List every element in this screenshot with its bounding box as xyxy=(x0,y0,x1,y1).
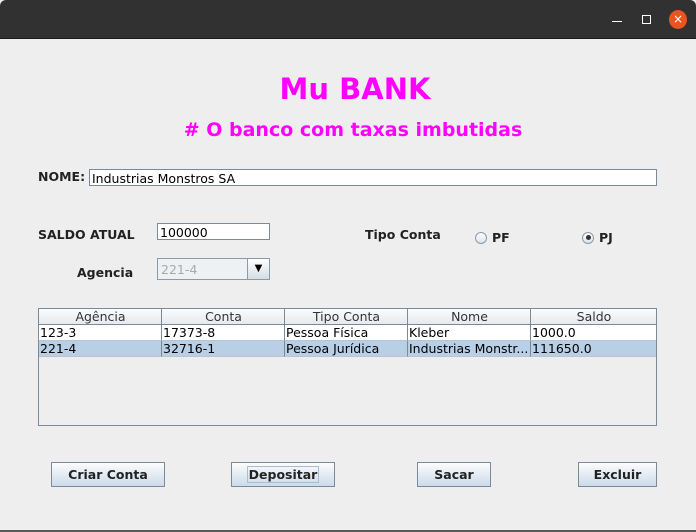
radio-pf[interactable]: PF xyxy=(475,230,510,245)
agencia-label: Agencia xyxy=(77,265,134,280)
depositar-button[interactable]: Depositar xyxy=(231,462,335,487)
depositar-label: Depositar xyxy=(246,466,320,483)
agencia-combo[interactable]: 221-4 ▼ xyxy=(157,258,270,280)
radio-selected-icon[interactable] xyxy=(582,231,594,244)
cell: 1000.0 xyxy=(531,325,656,341)
table-header: Agência Conta Tipo Conta Nome Saldo xyxy=(39,309,656,325)
app-subtitle: # O banco com taxas imbutidas xyxy=(183,119,523,141)
app-window: × Mu BANK # O banco com taxas imbutidas … xyxy=(0,0,696,530)
radio-circle-icon[interactable] xyxy=(475,231,487,244)
close-icon[interactable]: × xyxy=(669,10,687,29)
table-row-selected[interactable]: 221-4 32716-1 Pessoa Jurídica Industrias… xyxy=(39,341,656,357)
criar-conta-button[interactable]: Criar Conta xyxy=(51,462,165,487)
cell: Kleber xyxy=(408,325,531,341)
saldo-label: SALDO ATUAL xyxy=(38,227,135,242)
excluir-button[interactable]: Excluir xyxy=(578,462,657,487)
cell: 32716-1 xyxy=(162,341,285,357)
col-saldo[interactable]: Saldo xyxy=(531,309,656,325)
tipo-conta-label: Tipo Conta xyxy=(365,227,441,242)
nome-label: NOME: xyxy=(38,169,86,184)
col-agencia[interactable]: Agência xyxy=(39,309,162,325)
col-nome[interactable]: Nome xyxy=(408,309,531,325)
nome-input[interactable]: Industrias Monstros SA xyxy=(89,169,657,186)
accounts-table[interactable]: Agência Conta Tipo Conta Nome Saldo 123-… xyxy=(38,308,657,426)
col-tipo-conta[interactable]: Tipo Conta xyxy=(285,309,408,325)
radio-pj-label: PJ xyxy=(599,230,613,245)
maximize-icon[interactable] xyxy=(642,15,651,24)
col-conta[interactable]: Conta xyxy=(162,309,285,325)
app-title: Mu BANK xyxy=(279,72,431,106)
agencia-value: 221-4 xyxy=(161,262,198,277)
cell: 111650.0 xyxy=(531,341,656,357)
cell: Pessoa Física xyxy=(285,325,408,341)
chevron-down-icon[interactable]: ▼ xyxy=(247,259,269,279)
cell: 17373-8 xyxy=(162,325,285,341)
minimize-icon[interactable] xyxy=(612,21,622,22)
table-row[interactable]: 123-3 17373-8 Pessoa Física Kleber 1000.… xyxy=(39,325,656,341)
cell: Industrias Monstr... xyxy=(408,341,531,357)
cell: Pessoa Jurídica xyxy=(285,341,408,357)
cell: 221-4 xyxy=(39,341,162,357)
sacar-button[interactable]: Sacar xyxy=(417,462,491,487)
radio-pf-label: PF xyxy=(492,230,510,245)
saldo-input[interactable]: 100000 xyxy=(157,223,270,240)
cell: 123-3 xyxy=(39,325,162,341)
title-bar[interactable]: × xyxy=(0,0,696,39)
radio-pj[interactable]: PJ xyxy=(582,230,613,245)
